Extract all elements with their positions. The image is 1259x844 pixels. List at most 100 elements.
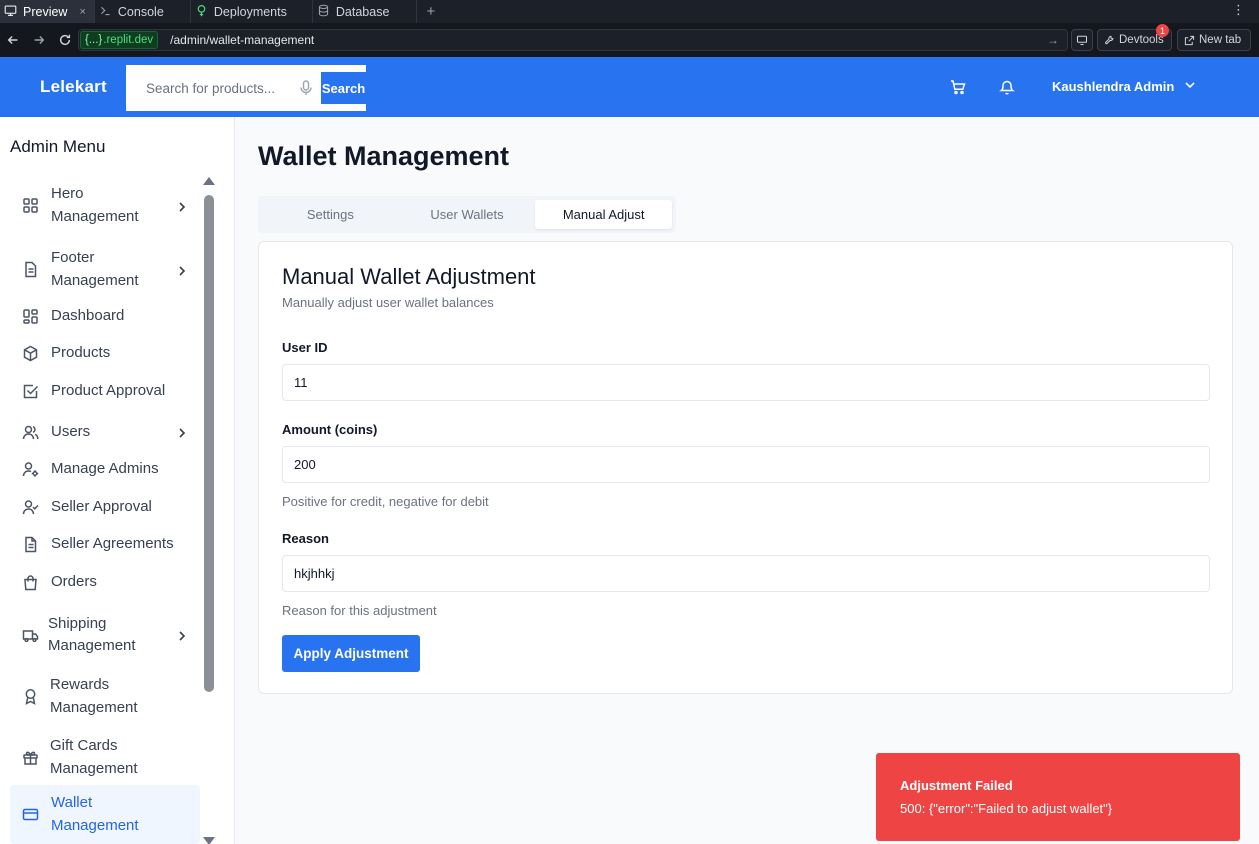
tab-label: Preview (23, 4, 68, 19)
external-link-icon (1184, 35, 1195, 45)
scroll-up-arrow[interactable] (203, 177, 215, 185)
sidebar-item-products[interactable]: Products (10, 340, 200, 366)
dashboard-icon (22, 308, 39, 325)
card-description: Manually adjust user wallet balances (282, 295, 494, 310)
terminal-icon (99, 4, 112, 20)
document-icon (22, 261, 39, 278)
forward-arrow-icon[interactable] (26, 23, 52, 57)
sidebar-item-seller-approval[interactable]: Seller Approval (10, 494, 200, 520)
tab-manual-adjust[interactable]: Manual Adjust (535, 200, 673, 229)
scrollbar-thumb[interactable] (204, 195, 214, 692)
domain-badge: {...} .replit.dev (80, 31, 159, 49)
wrench-icon (1105, 35, 1114, 44)
deploy-icon (195, 4, 208, 20)
sidebar-item-seller-agreements[interactable]: Seller Agreements (10, 531, 200, 557)
app-header: Lelekart Search Kaushlendra Admin (0, 57, 1259, 117)
sidebar-item-label: Hero Management (51, 185, 139, 225)
microphone-icon[interactable] (299, 80, 313, 101)
card-title: Manual Wallet Adjustment (282, 264, 536, 289)
tab-settings[interactable]: Settings (262, 200, 399, 229)
chevron-right-icon (176, 200, 188, 212)
toast-message: 500: {"error":"Failed to adjust wallet"} (900, 801, 1113, 816)
tab-user-wallets[interactable]: User Wallets (399, 200, 536, 229)
sidebar-item-label: Product Approval (51, 381, 166, 399)
chevron-down-icon (1184, 79, 1196, 94)
shopping-bag-icon (22, 574, 39, 591)
bell-icon[interactable] (999, 79, 1015, 100)
tab-label: Console (117, 4, 164, 19)
sidebar-item-shipping-management[interactable]: Shipping Management (10, 607, 200, 663)
tab-database[interactable]: Database (313, 0, 417, 23)
database-icon (317, 4, 330, 20)
new-tab-button[interactable]: New tab (1177, 29, 1251, 51)
tab-deployments[interactable]: Deployments (191, 0, 313, 23)
gift-icon (22, 749, 39, 766)
monitor-icon (4, 4, 17, 20)
sidebar-item-label: Rewards Management (50, 676, 138, 716)
close-icon[interactable]: × (79, 6, 85, 18)
sidebar-item-users[interactable]: Users (10, 419, 200, 445)
sidebar-scrollbar[interactable] (203, 177, 215, 844)
sidebar-item-label: Orders (51, 572, 97, 590)
more-vertical-icon[interactable]: ⋮ (1232, 2, 1245, 18)
sidebar-item-dashboard[interactable]: Dashboard (10, 303, 200, 329)
sidebar-item-rewards-management[interactable]: Rewards Management (10, 669, 200, 724)
tab-console[interactable]: Console (95, 0, 191, 23)
domain-braces: {...} (85, 34, 103, 46)
reload-icon[interactable] (52, 23, 78, 57)
sidebar-item-label: Products (51, 343, 111, 361)
award-icon (22, 688, 39, 705)
sidebar-item-label: Seller Approval (51, 497, 152, 515)
user-id-field[interactable] (282, 364, 1210, 401)
go-arrow-icon[interactable]: → (1047, 33, 1059, 47)
address-bar[interactable]: {...} .replit.dev /admin/wallet-manageme… (78, 29, 1068, 51)
sidebar-item-label: Users (51, 422, 91, 440)
new-tab-plus-button[interactable]: + (417, 3, 445, 20)
sidebar-item-product-approval[interactable]: Product Approval (10, 378, 200, 404)
tab-preview[interactable]: Preview × (0, 0, 95, 23)
page-title: Wallet Management (258, 141, 510, 171)
search-input[interactable] (146, 80, 296, 96)
chevron-right-icon (176, 264, 188, 276)
users-icon (22, 424, 39, 441)
sidebar-item-footer-management[interactable]: Footer Management (10, 242, 200, 297)
devtools-button[interactable]: Devtools 1 (1097, 24, 1172, 51)
sidebar-item-manage-admins[interactable]: Manage Admins (10, 456, 200, 482)
error-toast[interactable]: Adjustment Failed 500: {"error":"Failed … (876, 753, 1240, 841)
back-arrow-icon[interactable] (0, 23, 26, 57)
scroll-down-arrow[interactable] (203, 837, 215, 844)
toast-title: Adjustment Failed (900, 778, 1013, 793)
user-id-label: User ID (282, 340, 328, 355)
amount-hint: Positive for credit, negative for debit (282, 494, 489, 509)
devtools-label: Devtools (1119, 34, 1164, 46)
amount-label: Amount (coins) (282, 422, 378, 437)
cart-icon[interactable] (950, 79, 966, 100)
sidebar-item-label: Seller Agreements (51, 534, 174, 552)
sidebar-item-label: Shipping Management (48, 614, 136, 655)
user-cog-icon (22, 461, 39, 478)
file-text-icon (22, 536, 39, 553)
apply-adjustment-button[interactable]: Apply Adjustment (282, 635, 420, 672)
domain-text: .replit.dev (103, 34, 154, 46)
user-menu[interactable]: Kaushlendra Admin (1052, 79, 1196, 94)
sidebar-item-label: Manage Admins (51, 459, 159, 477)
sidebar-item-label: Wallet Management (51, 794, 139, 834)
sidebar-item-hero-management[interactable]: Hero Management (10, 178, 200, 233)
reason-hint: Reason for this adjustment (282, 603, 437, 618)
check-square-icon (22, 383, 39, 400)
reason-field[interactable] (282, 555, 1210, 592)
site-logo[interactable]: Lelekart (40, 77, 107, 97)
search-button[interactable]: Search (321, 72, 366, 104)
url-path: /admin/wallet-management (170, 33, 315, 47)
sidebar-item-orders[interactable]: Orders (10, 569, 200, 595)
search-bar: Search (126, 65, 366, 111)
tab-label: Deployments (213, 4, 287, 19)
wallet-tabs: Settings User Wallets Manual Adjust (258, 196, 676, 233)
browser-tab-bar: Preview × Console Deployments Database +… (0, 0, 1259, 23)
new-tab-label: New tab (1199, 34, 1242, 46)
amount-field[interactable] (282, 446, 1210, 483)
sidebar-item-wallet-management[interactable]: Wallet Management (10, 785, 200, 844)
screen-icon[interactable] (1071, 29, 1093, 51)
sidebar-item-label: Gift Cards Management (50, 737, 138, 777)
sidebar-item-gift-cards-management[interactable]: Gift Cards Management (10, 730, 200, 785)
